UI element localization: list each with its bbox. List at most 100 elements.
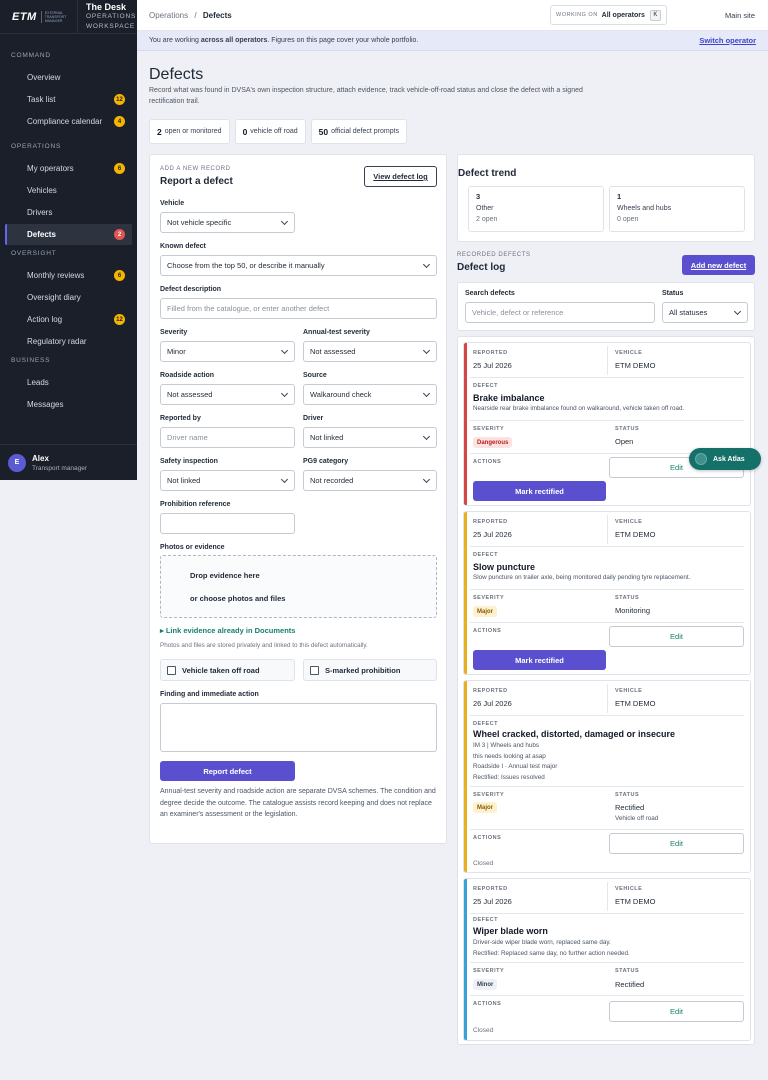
stat-value: 50 bbox=[318, 126, 329, 137]
edit-button[interactable]: Edit bbox=[609, 1001, 744, 1022]
edit-button[interactable]: Edit bbox=[609, 626, 744, 647]
edit-button[interactable]: Edit bbox=[609, 833, 744, 854]
count-badge: 12 bbox=[114, 94, 125, 105]
operator-switcher[interactable]: WORKING ON All operators K bbox=[550, 5, 667, 25]
vehicle-select[interactable]: Not vehicle specific bbox=[160, 212, 295, 233]
ask-atlas-button[interactable]: Ask Atlas bbox=[689, 448, 761, 470]
actions-label: ACTIONS bbox=[473, 459, 502, 465]
sidebar-item-task-list[interactable]: Task list 12 bbox=[5, 89, 132, 110]
defect-detail: Slow puncture on trailer axle, being mon… bbox=[473, 574, 691, 581]
breadcrumb: Operations / Defects bbox=[149, 11, 232, 20]
reported-date: 26 Jul 2026 bbox=[473, 699, 512, 708]
user-profile[interactable]: E Alex Transport manager bbox=[0, 444, 137, 480]
switch-operator-link[interactable]: Switch operator bbox=[699, 36, 756, 45]
add-new-defect-button[interactable]: Add new defect bbox=[682, 255, 755, 275]
roadside-action-select[interactable]: Not assessed bbox=[160, 384, 295, 405]
sidebar-item-overview[interactable]: Overview bbox=[5, 67, 132, 88]
reported-by-input[interactable]: Driver name bbox=[160, 427, 295, 448]
sidebar-item-messages[interactable]: Messages bbox=[5, 394, 132, 415]
photos-label: Photos or evidence bbox=[160, 544, 225, 551]
avatar: E bbox=[8, 453, 26, 472]
nav-section-command: COMMAND bbox=[11, 52, 51, 59]
status-label: STATUS bbox=[615, 595, 640, 601]
actions-label: ACTIONS bbox=[473, 1001, 502, 1007]
roadside-action-value: Not assessed bbox=[167, 390, 213, 399]
annual-test-severity-select[interactable]: Not assessed bbox=[303, 341, 437, 362]
driver-select[interactable]: Not linked bbox=[303, 427, 437, 448]
nav-section-business: BUSINESS bbox=[11, 357, 51, 364]
chevron-down-icon bbox=[280, 217, 289, 226]
sidebar-item-label: Drivers bbox=[27, 208, 53, 217]
stat-label: open or monitored bbox=[164, 128, 222, 135]
divider bbox=[607, 346, 608, 375]
count-badge: 2 bbox=[114, 229, 125, 240]
defect-description-input[interactable]: Filled from the catalogue, or enter anot… bbox=[160, 298, 437, 319]
status-value: Monitoring bbox=[615, 606, 651, 615]
mark-rectified-button[interactable]: Mark rectified bbox=[473, 481, 606, 501]
sidebar-item-label: Action log bbox=[27, 315, 63, 324]
defect-detail: Roadside I · Annual test major bbox=[473, 763, 558, 770]
severity-select[interactable]: Minor bbox=[160, 341, 295, 362]
sidebar-item-regulatory-radar[interactable]: Regulatory radar bbox=[5, 331, 132, 352]
sidebar-item-monthly-reviews[interactable]: Monthly reviews 6 bbox=[5, 265, 132, 286]
actions-label: ACTIONS bbox=[473, 835, 502, 841]
sidebar-item-action-log[interactable]: Action log 12 bbox=[5, 309, 132, 330]
logo[interactable]: ETM EXTERNAL TRANSPORT MANAGER bbox=[0, 0, 78, 34]
logo-text: ETM bbox=[12, 10, 37, 23]
stats-row: 2 open or monitored 0 vehicle off road 50 o… bbox=[149, 119, 408, 144]
banner-text-bold: across all operators bbox=[200, 37, 268, 44]
stat-open: 2 open or monitored bbox=[149, 119, 230, 144]
defect-log-kicker: RECORDED DEFECTS bbox=[457, 252, 531, 258]
status-value: Rectified bbox=[615, 980, 645, 989]
link-evidence-toggle[interactable]: ▸ Link evidence already in Documents bbox=[160, 626, 295, 635]
evidence-dropzone[interactable]: Drop evidence here or choose photos and … bbox=[160, 555, 437, 618]
s-marked-checkbox[interactable]: S-marked prohibition bbox=[303, 659, 437, 681]
defect-card: REPORTED 25 Jul 2026 VEHICLE ETM DEMO DE… bbox=[463, 878, 751, 1041]
search-defects-input[interactable]: Vehicle, defect or reference bbox=[465, 302, 655, 323]
sidebar-item-vehicles[interactable]: Vehicles bbox=[5, 180, 132, 201]
chevron-down-icon bbox=[422, 346, 431, 355]
sidebar-item-compliance-calendar[interactable]: Compliance calendar 4 bbox=[5, 111, 132, 132]
sidebar-item-oversight-diary[interactable]: Oversight diary bbox=[5, 287, 132, 308]
choose-files-text[interactable]: or choose photos and files bbox=[190, 594, 285, 603]
sidebar-item-label: Overview bbox=[27, 73, 61, 82]
user-name: Alex bbox=[32, 453, 49, 463]
vehicle-label: VEHICLE bbox=[615, 519, 643, 525]
mark-rectified-button[interactable]: Mark rectified bbox=[473, 650, 606, 670]
prohibition-reference-label: Prohibition reference bbox=[160, 501, 231, 508]
sidebar-item-leads[interactable]: Leads bbox=[5, 372, 132, 393]
sidebar-item-my-operators[interactable]: My operators 6 bbox=[5, 158, 132, 179]
sidebar-item-drivers[interactable]: Drivers bbox=[5, 202, 132, 223]
finding-label: Finding and immediate action bbox=[160, 691, 259, 698]
safety-inspection-value: Not linked bbox=[167, 476, 201, 485]
count-badge: 6 bbox=[114, 163, 125, 174]
checkbox[interactable] bbox=[310, 665, 319, 675]
safety-inspection-label: Safety inspection bbox=[160, 458, 218, 465]
breadcrumb-current: Defects bbox=[202, 10, 232, 20]
status-filter-select[interactable]: All statuses bbox=[662, 302, 748, 323]
source-select[interactable]: Walkaround check bbox=[303, 384, 437, 405]
finding-textarea[interactable] bbox=[160, 703, 437, 752]
sidebar-item-defects[interactable]: Defects 2 bbox=[5, 224, 132, 245]
safety-inspection-select[interactable]: Not linked bbox=[160, 470, 295, 491]
pg9-category-select[interactable]: Not recorded bbox=[303, 470, 437, 491]
reported-label: REPORTED bbox=[473, 688, 508, 694]
known-defect-select-value: Choose from the top 50, or describe it m… bbox=[167, 261, 325, 270]
chevron-down-icon bbox=[422, 260, 431, 269]
prohibition-reference-input[interactable] bbox=[160, 513, 295, 534]
reported-label: REPORTED bbox=[473, 886, 508, 892]
stat-label: vehicle off road bbox=[250, 128, 298, 135]
checkbox[interactable] bbox=[167, 665, 176, 675]
known-defect-select[interactable]: Choose from the top 50, or describe it m… bbox=[160, 255, 437, 276]
defect-card: REPORTED 26 Jul 2026 VEHICLE ETM DEMO DE… bbox=[463, 680, 751, 873]
view-defect-log-button[interactable]: View defect log bbox=[364, 166, 437, 187]
main-site-link[interactable]: Main site bbox=[725, 11, 755, 20]
vehicle-label: VEHICLE bbox=[615, 688, 643, 694]
working-on-label: WORKING ON bbox=[556, 12, 598, 18]
brand: ETM EXTERNAL TRANSPORT MANAGER The Desk … bbox=[0, 0, 137, 34]
report-defect-button[interactable]: Report defect bbox=[160, 761, 295, 781]
trend-category: Wheels and hubs bbox=[617, 205, 672, 212]
vehicle-off-road-checkbox[interactable]: Vehicle taken off road bbox=[160, 659, 295, 681]
breadcrumb-operations[interactable]: Operations bbox=[149, 11, 188, 20]
form-title: Report a defect bbox=[160, 176, 233, 187]
